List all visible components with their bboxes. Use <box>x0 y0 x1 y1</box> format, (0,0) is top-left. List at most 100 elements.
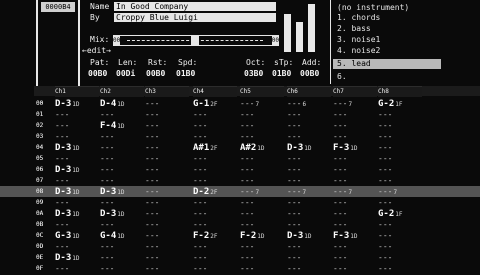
oct-value[interactable]: 03B0 <box>244 69 263 78</box>
channel-header-5[interactable]: Ch5 <box>240 86 284 97</box>
pattern-cell[interactable]: --- <box>240 153 255 164</box>
pattern-cell[interactable]: --- <box>55 197 70 208</box>
author-field[interactable]: Croppy Blue Luigi <box>114 13 276 22</box>
pattern-cell[interactable]: D-31D <box>55 142 80 153</box>
pattern-cell[interactable]: --- <box>193 120 208 131</box>
pattern-cell[interactable]: --- <box>378 230 393 241</box>
pattern-cell[interactable]: --- <box>287 208 302 219</box>
pattern-cell[interactable]: --- <box>193 164 208 175</box>
pattern-cell[interactable]: --- <box>240 263 255 274</box>
pattern-cell[interactable]: --- <box>378 252 393 263</box>
instrument-item-selected[interactable]: 5. lead <box>333 59 441 69</box>
pattern-cell[interactable]: D-22F <box>193 186 218 197</box>
pattern-cell[interactable]: --- <box>378 109 393 120</box>
pattern-cell[interactable]: --- <box>145 197 160 208</box>
pattern-row[interactable]: 04 D-31D --- --- A#12F A#21D D-31D F-31D --- <box>0 142 480 153</box>
pattern-cell[interactable]: --- <box>333 153 348 164</box>
pattern-cell[interactable]: --- <box>145 186 160 197</box>
pattern-cell[interactable]: --- <box>333 197 348 208</box>
pattern-cell[interactable]: --- <box>193 219 208 230</box>
channel-header-8[interactable]: Ch8 <box>378 86 422 97</box>
pattern-cell[interactable]: --- <box>100 252 115 263</box>
pattern-cell[interactable]: --- <box>100 153 115 164</box>
pattern-cell[interactable]: D-31D <box>100 208 125 219</box>
pattern-cell[interactable]: --- <box>333 164 348 175</box>
pattern-row[interactable]: 0C G-31D G-41D --- F-22F F-21D D-31D F-31D --- <box>0 230 480 241</box>
pattern-cell[interactable]: --- <box>240 131 255 142</box>
pattern-cell[interactable]: ---6 <box>287 98 306 109</box>
pattern-cell[interactable]: --- <box>55 263 70 274</box>
pattern-cell[interactable]: --- <box>55 153 70 164</box>
pattern-cell[interactable]: --- <box>378 219 393 230</box>
pattern-grid[interactable]: 00 D-31D D-41D --- G-12F ---7 ---6 ---7 G-21F 01-… <box>0 98 480 273</box>
pattern-cell[interactable]: A#12F <box>193 142 218 153</box>
pattern-cell[interactable]: --- <box>100 175 115 186</box>
pattern-cell[interactable]: F-31D <box>333 230 358 241</box>
pattern-cell[interactable]: --- <box>145 208 160 219</box>
pattern-row[interactable]: 0E D-31D --- --- --- --- --- --- --- <box>0 252 480 263</box>
pattern-cell[interactable]: --- <box>145 164 160 175</box>
pattern-cell[interactable]: --- <box>145 219 160 230</box>
pattern-row[interactable]: 0A D-31D D-31D --- --- --- --- --- G-21F <box>0 208 480 219</box>
pattern-cell[interactable]: --- <box>145 153 160 164</box>
pattern-cell[interactable]: --- <box>240 109 255 120</box>
pattern-cell[interactable]: --- <box>145 98 160 109</box>
pattern-cell[interactable]: A#21D <box>240 142 265 153</box>
pattern-cell[interactable]: ---7 <box>240 98 259 109</box>
pattern-cell[interactable]: --- <box>378 120 393 131</box>
pattern-cell[interactable]: --- <box>100 219 115 230</box>
pattern-cell[interactable]: --- <box>333 120 348 131</box>
pattern-cell[interactable]: --- <box>240 164 255 175</box>
pattern-cell[interactable]: --- <box>287 109 302 120</box>
pattern-cell[interactable]: --- <box>333 175 348 186</box>
pattern-cell[interactable]: --- <box>100 241 115 252</box>
pattern-cell[interactable]: --- <box>333 263 348 274</box>
pattern-cell[interactable]: --- <box>240 208 255 219</box>
pattern-cell[interactable]: --- <box>333 109 348 120</box>
instrument-item[interactable]: 4. noise2 <box>337 46 380 55</box>
instrument-item[interactable]: (no instrument) <box>337 3 409 12</box>
pattern-cell[interactable]: F-31D <box>333 142 358 153</box>
stp-value[interactable]: 01B0 <box>272 69 291 78</box>
pattern-cell[interactable]: --- <box>378 164 393 175</box>
pattern-cell[interactable]: --- <box>100 263 115 274</box>
pattern-row[interactable]: 0D --- --- --- --- --- --- --- --- <box>0 241 480 252</box>
pattern-cell[interactable]: --- <box>100 109 115 120</box>
pattern-row[interactable]: 09 --- --- --- --- --- --- --- --- <box>0 197 480 208</box>
rst-value[interactable]: 00B0 <box>146 69 165 78</box>
pattern-cell[interactable]: --- <box>333 241 348 252</box>
pattern-cell[interactable]: --- <box>100 197 115 208</box>
pattern-cell[interactable]: --- <box>287 175 302 186</box>
pattern-cell[interactable]: --- <box>378 175 393 186</box>
pattern-cell[interactable]: --- <box>145 230 160 241</box>
pattern-cell[interactable]: --- <box>287 164 302 175</box>
pattern-cell[interactable]: F-21D <box>240 230 265 241</box>
pattern-cell[interactable]: D-31D <box>100 186 125 197</box>
pattern-cell[interactable]: D-31D <box>55 252 80 263</box>
pattern-cell[interactable]: --- <box>287 219 302 230</box>
pattern-cell[interactable]: --- <box>145 241 160 252</box>
pattern-cell[interactable]: --- <box>100 164 115 175</box>
pattern-row[interactable]: 08 D-31D D-31D --- D-22F ---7 ---7 ---7 ---7 <box>0 186 480 197</box>
pattern-cell[interactable]: --- <box>378 131 393 142</box>
pattern-cell[interactable]: --- <box>240 219 255 230</box>
pattern-row[interactable]: 02 --- F-41D --- --- --- --- --- --- <box>0 120 480 131</box>
pattern-cell[interactable]: G-41D <box>100 230 125 241</box>
pattern-cell[interactable]: D-31D <box>55 186 80 197</box>
pattern-cell[interactable]: --- <box>287 241 302 252</box>
mix-slider[interactable]: 00 00 <box>113 35 279 46</box>
pattern-cell[interactable]: --- <box>240 120 255 131</box>
pattern-cell[interactable]: F-22F <box>193 230 218 241</box>
channel-header-4[interactable]: Ch4 <box>193 86 237 97</box>
pattern-cell[interactable]: D-31D <box>287 230 312 241</box>
pattern-cell[interactable]: F-41D <box>100 120 125 131</box>
pattern-row[interactable]: 0B --- --- --- --- --- --- --- --- <box>0 219 480 230</box>
pattern-cell[interactable]: D-31D <box>55 208 80 219</box>
channel-header-6[interactable]: Ch6 <box>287 86 331 97</box>
pattern-cell[interactable]: --- <box>145 175 160 186</box>
pattern-cell[interactable]: --- <box>378 197 393 208</box>
pattern-row[interactable]: 01 --- --- --- --- --- --- --- --- <box>0 109 480 120</box>
add-value[interactable]: 00B0 <box>300 69 319 78</box>
pattern-cell[interactable]: --- <box>240 197 255 208</box>
pattern-cell[interactable]: --- <box>193 109 208 120</box>
